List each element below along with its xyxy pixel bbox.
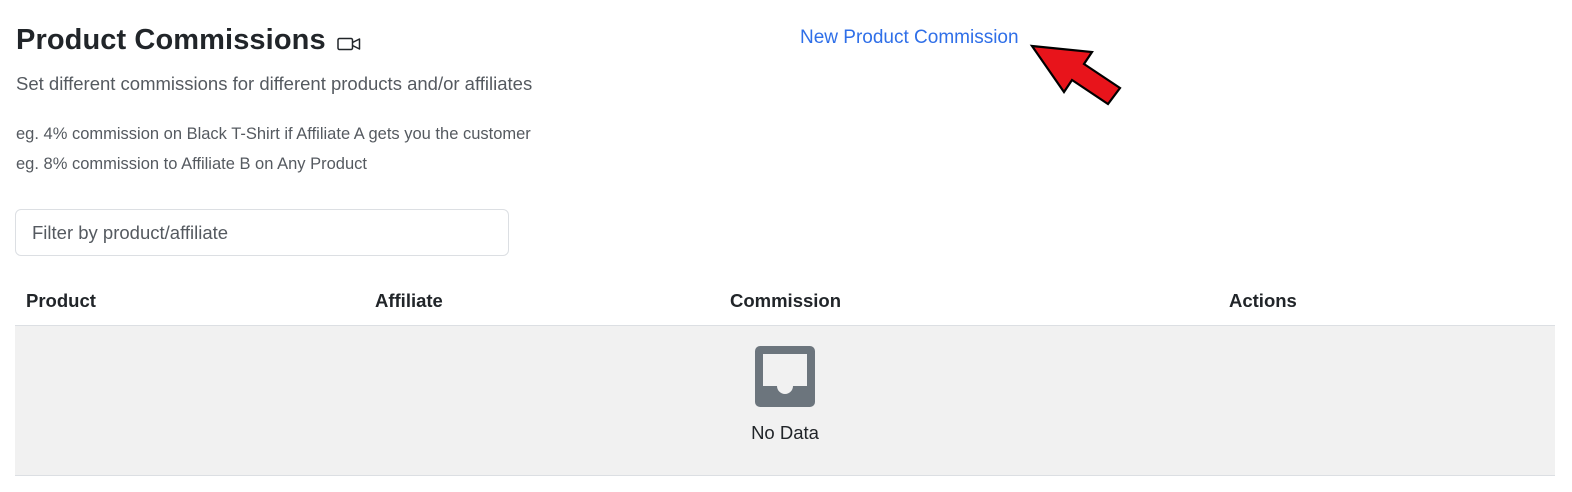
column-header-product[interactable]: Product: [26, 290, 96, 312]
example-line-2: eg. 8% commission to Affiliate B on Any …: [16, 155, 367, 173]
column-header-actions: Actions: [1229, 290, 1297, 311]
red-arrow-icon: [1029, 44, 1122, 106]
column-header-commission[interactable]: Commission: [730, 290, 841, 312]
example-line-1: eg. 4% commission on Black T-Shirt if Af…: [16, 125, 531, 143]
page-subtitle: Set different commissions for different …: [16, 73, 533, 94]
table-header: Product Affiliate Commission Actions: [15, 278, 1555, 326]
page-title: Product Commissions: [16, 24, 326, 56]
empty-inbox-icon: [755, 346, 815, 407]
empty-state-text: No Data: [751, 422, 819, 443]
empty-state: No Data: [15, 326, 1555, 476]
filter-input[interactable]: [15, 209, 509, 256]
video-camera-icon[interactable]: [336, 36, 361, 52]
product-commissions-page: Product Commissions New Product Commissi…: [0, 0, 1572, 492]
commissions-table: Product Affiliate Commission Actions No …: [15, 278, 1555, 476]
title-row: Product Commissions: [16, 24, 361, 57]
new-product-commission-link[interactable]: New Product Commission: [800, 27, 1019, 49]
column-header-affiliate[interactable]: Affiliate: [375, 290, 443, 312]
